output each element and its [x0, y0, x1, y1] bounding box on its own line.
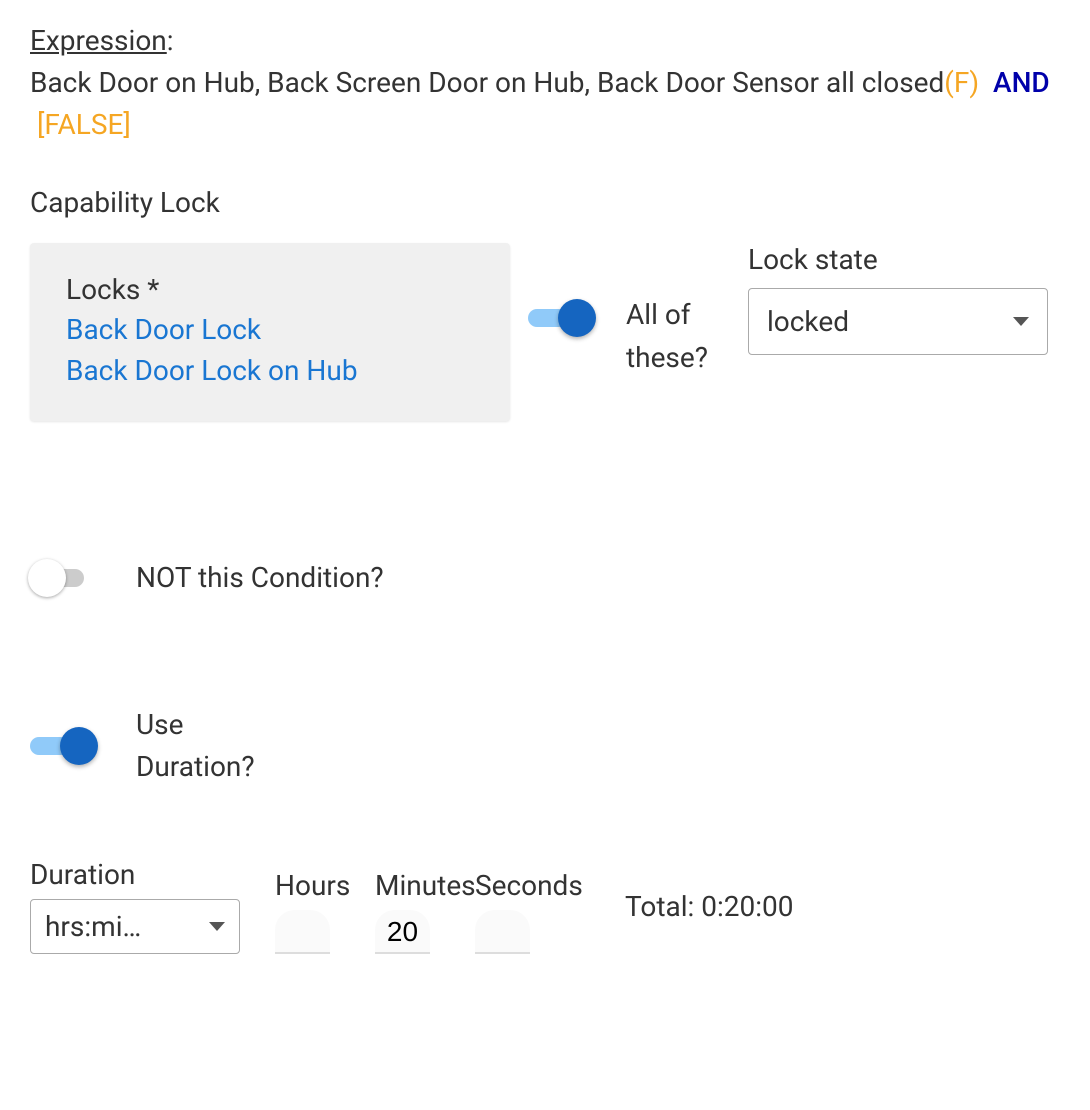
locks-selector[interactable]: Locks * Back Door Lock Back Door Lock on…	[30, 243, 510, 421]
expression-label: Expression	[30, 24, 167, 57]
seconds-field: Seconds	[475, 869, 570, 954]
use-duration-toggle[interactable]	[30, 731, 100, 761]
not-condition-row: NOT this Condition?	[30, 561, 1060, 594]
expression-and: AND	[993, 66, 1050, 99]
hours-field: Hours	[275, 869, 370, 954]
duration-grid: Duration hrs:mi… Hours Minutes Seconds T…	[30, 858, 1060, 954]
expression-colon: :	[167, 24, 174, 57]
locks-row: Locks * Back Door Lock Back Door Lock on…	[30, 243, 1060, 421]
duration-total-prefix: Total:	[625, 890, 701, 923]
expression-f: (F)	[944, 66, 979, 99]
minutes-field: Minutes	[375, 869, 470, 954]
lock-state-label: Lock state	[748, 243, 1048, 276]
minutes-label: Minutes	[375, 869, 470, 902]
chevron-down-icon	[1013, 317, 1029, 326]
not-condition-label: NOT this Condition?	[136, 561, 384, 594]
all-of-these-group: All of these?	[528, 243, 726, 380]
expression-text: Back Door on Hub, Back Screen Door on Hu…	[30, 66, 944, 99]
hours-input[interactable]	[275, 910, 330, 954]
all-of-these-toggle[interactable]	[528, 303, 598, 333]
lock-state-value: locked	[767, 305, 849, 338]
lock-item: Back Door Lock	[66, 310, 474, 351]
duration-format-select[interactable]: hrs:mi…	[30, 899, 240, 954]
expression-block: Expression: Back Door on Hub, Back Scree…	[30, 20, 1060, 146]
capability-title: Capability Lock	[30, 186, 1060, 219]
all-of-these-label: All of these?	[626, 293, 726, 380]
use-duration-row: Use Duration?	[30, 704, 1060, 788]
duration-label: Duration	[30, 858, 270, 891]
lock-state-select[interactable]: locked	[748, 288, 1048, 355]
lock-item: Back Door Lock on Hub	[66, 351, 474, 392]
use-duration-label: Use Duration?	[136, 704, 256, 788]
lock-state-field: Lock state locked	[748, 243, 1048, 355]
not-condition-toggle[interactable]	[30, 563, 100, 593]
duration-total-value: 0:20:00	[701, 890, 793, 923]
duration-total: Total: 0:20:00	[625, 890, 794, 923]
duration-format-value: hrs:mi…	[45, 910, 141, 943]
seconds-input[interactable]	[475, 910, 530, 954]
expression-false: [FALSE]	[37, 108, 131, 141]
hours-label: Hours	[275, 869, 370, 902]
locks-title: Locks *	[66, 273, 474, 306]
duration-format-field: Duration hrs:mi…	[30, 858, 270, 954]
seconds-label: Seconds	[475, 869, 570, 902]
chevron-down-icon	[209, 922, 225, 931]
minutes-input[interactable]	[375, 910, 430, 954]
